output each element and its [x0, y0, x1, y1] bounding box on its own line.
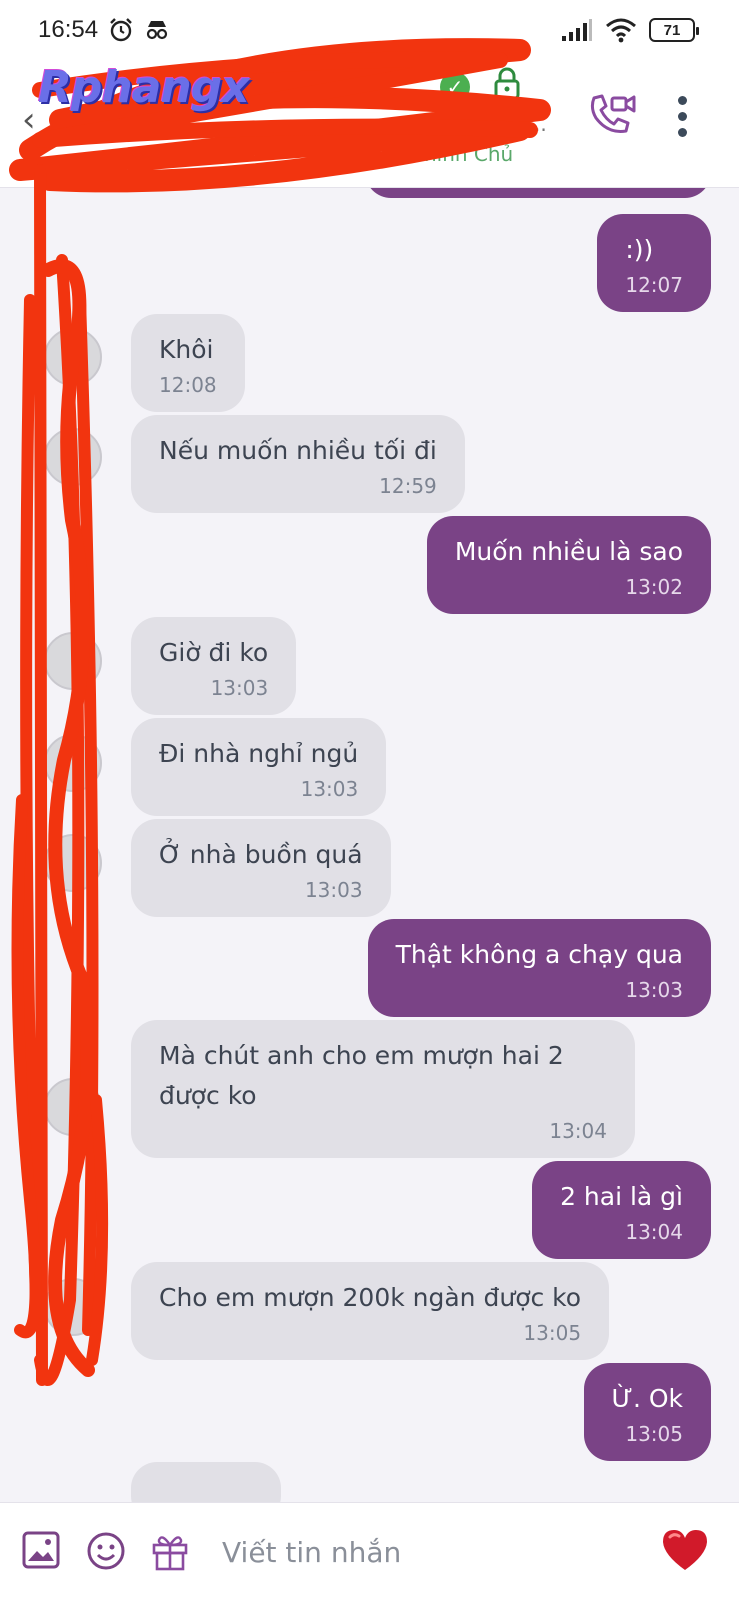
message-time: 13:03	[210, 676, 269, 700]
heart-icon[interactable]	[660, 1527, 710, 1573]
message-text: Khôi	[159, 335, 214, 364]
avatar[interactable]	[44, 328, 102, 386]
message-incoming[interactable]: Khôi 12:08	[131, 314, 245, 412]
avatar[interactable]	[44, 428, 102, 486]
message-time: 13:03	[625, 978, 683, 1002]
message-incoming[interactable]: Mà chút anh cho em mượn hai 2 được ko 13…	[131, 1020, 635, 1158]
watermark-logo: Rphangx	[38, 62, 250, 113]
partial-incoming-bubble	[131, 1462, 281, 1502]
avatar[interactable]	[44, 834, 102, 892]
message-text: Giờ đi ko	[159, 638, 269, 667]
clock-time: 16:54	[38, 16, 99, 43]
status-bar: 16:54 71	[0, 0, 739, 60]
message-time: 13:05	[625, 1422, 683, 1446]
status-left: 16:54	[38, 16, 170, 44]
message-text: :))	[625, 235, 654, 264]
avatar[interactable]	[44, 632, 102, 690]
partial-outgoing-bubble	[365, 188, 711, 198]
battery-icon: 71	[649, 18, 699, 42]
message-incoming[interactable]: Ở nhà buồn quá 13:03	[131, 819, 391, 917]
status-right: 71	[561, 17, 699, 43]
video-call-icon[interactable]	[588, 92, 638, 136]
message-time: 13:04	[549, 1119, 607, 1143]
message-outgoing[interactable]: :)) 12:07	[597, 214, 711, 312]
more-vert-icon[interactable]	[678, 96, 687, 137]
message-incoming[interactable]: Cho em mượn 200k ngàn được ko 13:05	[131, 1262, 610, 1360]
verified-icon: ✓	[440, 72, 470, 102]
gift-icon[interactable]	[150, 1531, 190, 1571]
message-time: 12:07	[625, 273, 683, 297]
image-icon[interactable]	[22, 1531, 60, 1569]
emoji-icon[interactable]	[86, 1531, 126, 1571]
contact-status: Chính Chủ	[410, 142, 514, 166]
message-time: 13:03	[304, 878, 363, 902]
message-text: Muốn nhiều là sao	[454, 537, 683, 566]
message-input[interactable]	[222, 1529, 622, 1575]
composer-bar	[0, 1502, 739, 1600]
message-text: 2 hai là gì	[560, 1182, 683, 1211]
message-outgoing[interactable]: Muốn nhiều là sao 13:02	[426, 516, 711, 614]
message-time: 13:02	[625, 575, 683, 599]
message-text: Nếu muốn nhiều tối đi	[159, 436, 437, 465]
message-text: Thật không a chạy qua	[395, 940, 683, 969]
message-time: 13:05	[523, 1321, 582, 1345]
alarm-icon	[110, 18, 132, 42]
lock-icon	[494, 67, 520, 100]
message-outgoing[interactable]: 2 hai là gì 13:04	[532, 1161, 711, 1259]
message-list[interactable]: :)) 12:07 Khôi 12:08 Nếu muốn nhiều tối …	[0, 188, 739, 1502]
message-time: 12:59	[379, 474, 437, 498]
back-arrow-icon[interactable]: ‹	[22, 100, 36, 140]
message-text: Mà chút anh cho em mượn hai 2 được ko	[159, 1041, 564, 1110]
battery-level: 71	[663, 21, 681, 39]
wifi-icon	[606, 18, 636, 43]
message-outgoing[interactable]: Ừ. Ok 13:05	[583, 1363, 711, 1461]
contact-subtitle: đ...	[515, 112, 547, 136]
message-incoming[interactable]: Nếu muốn nhiều tối đi 12:59	[131, 415, 465, 513]
message-text: Đi nhà nghỉ ngủ	[159, 739, 359, 768]
message-incoming[interactable]: Giờ đi ko 13:03	[131, 617, 297, 715]
avatar[interactable]	[44, 1078, 102, 1136]
avatar[interactable]	[44, 734, 102, 792]
message-time: 13:04	[625, 1220, 683, 1244]
avatar[interactable]	[44, 1278, 102, 1336]
message-text: Cho em mượn 200k ngàn được ko	[159, 1283, 582, 1312]
message-incoming[interactable]: Đi nhà nghỉ ngủ 13:03	[131, 718, 387, 816]
message-text: Ở nhà buồn quá	[159, 840, 363, 869]
message-time: 13:03	[300, 777, 359, 801]
message-text: Ừ. Ok	[611, 1384, 684, 1413]
signal-icon	[562, 19, 592, 41]
incognito-icon	[146, 21, 168, 40]
message-time: 12:08	[159, 373, 217, 397]
message-outgoing[interactable]: Thật không a chạy qua 13:03	[367, 919, 711, 1017]
